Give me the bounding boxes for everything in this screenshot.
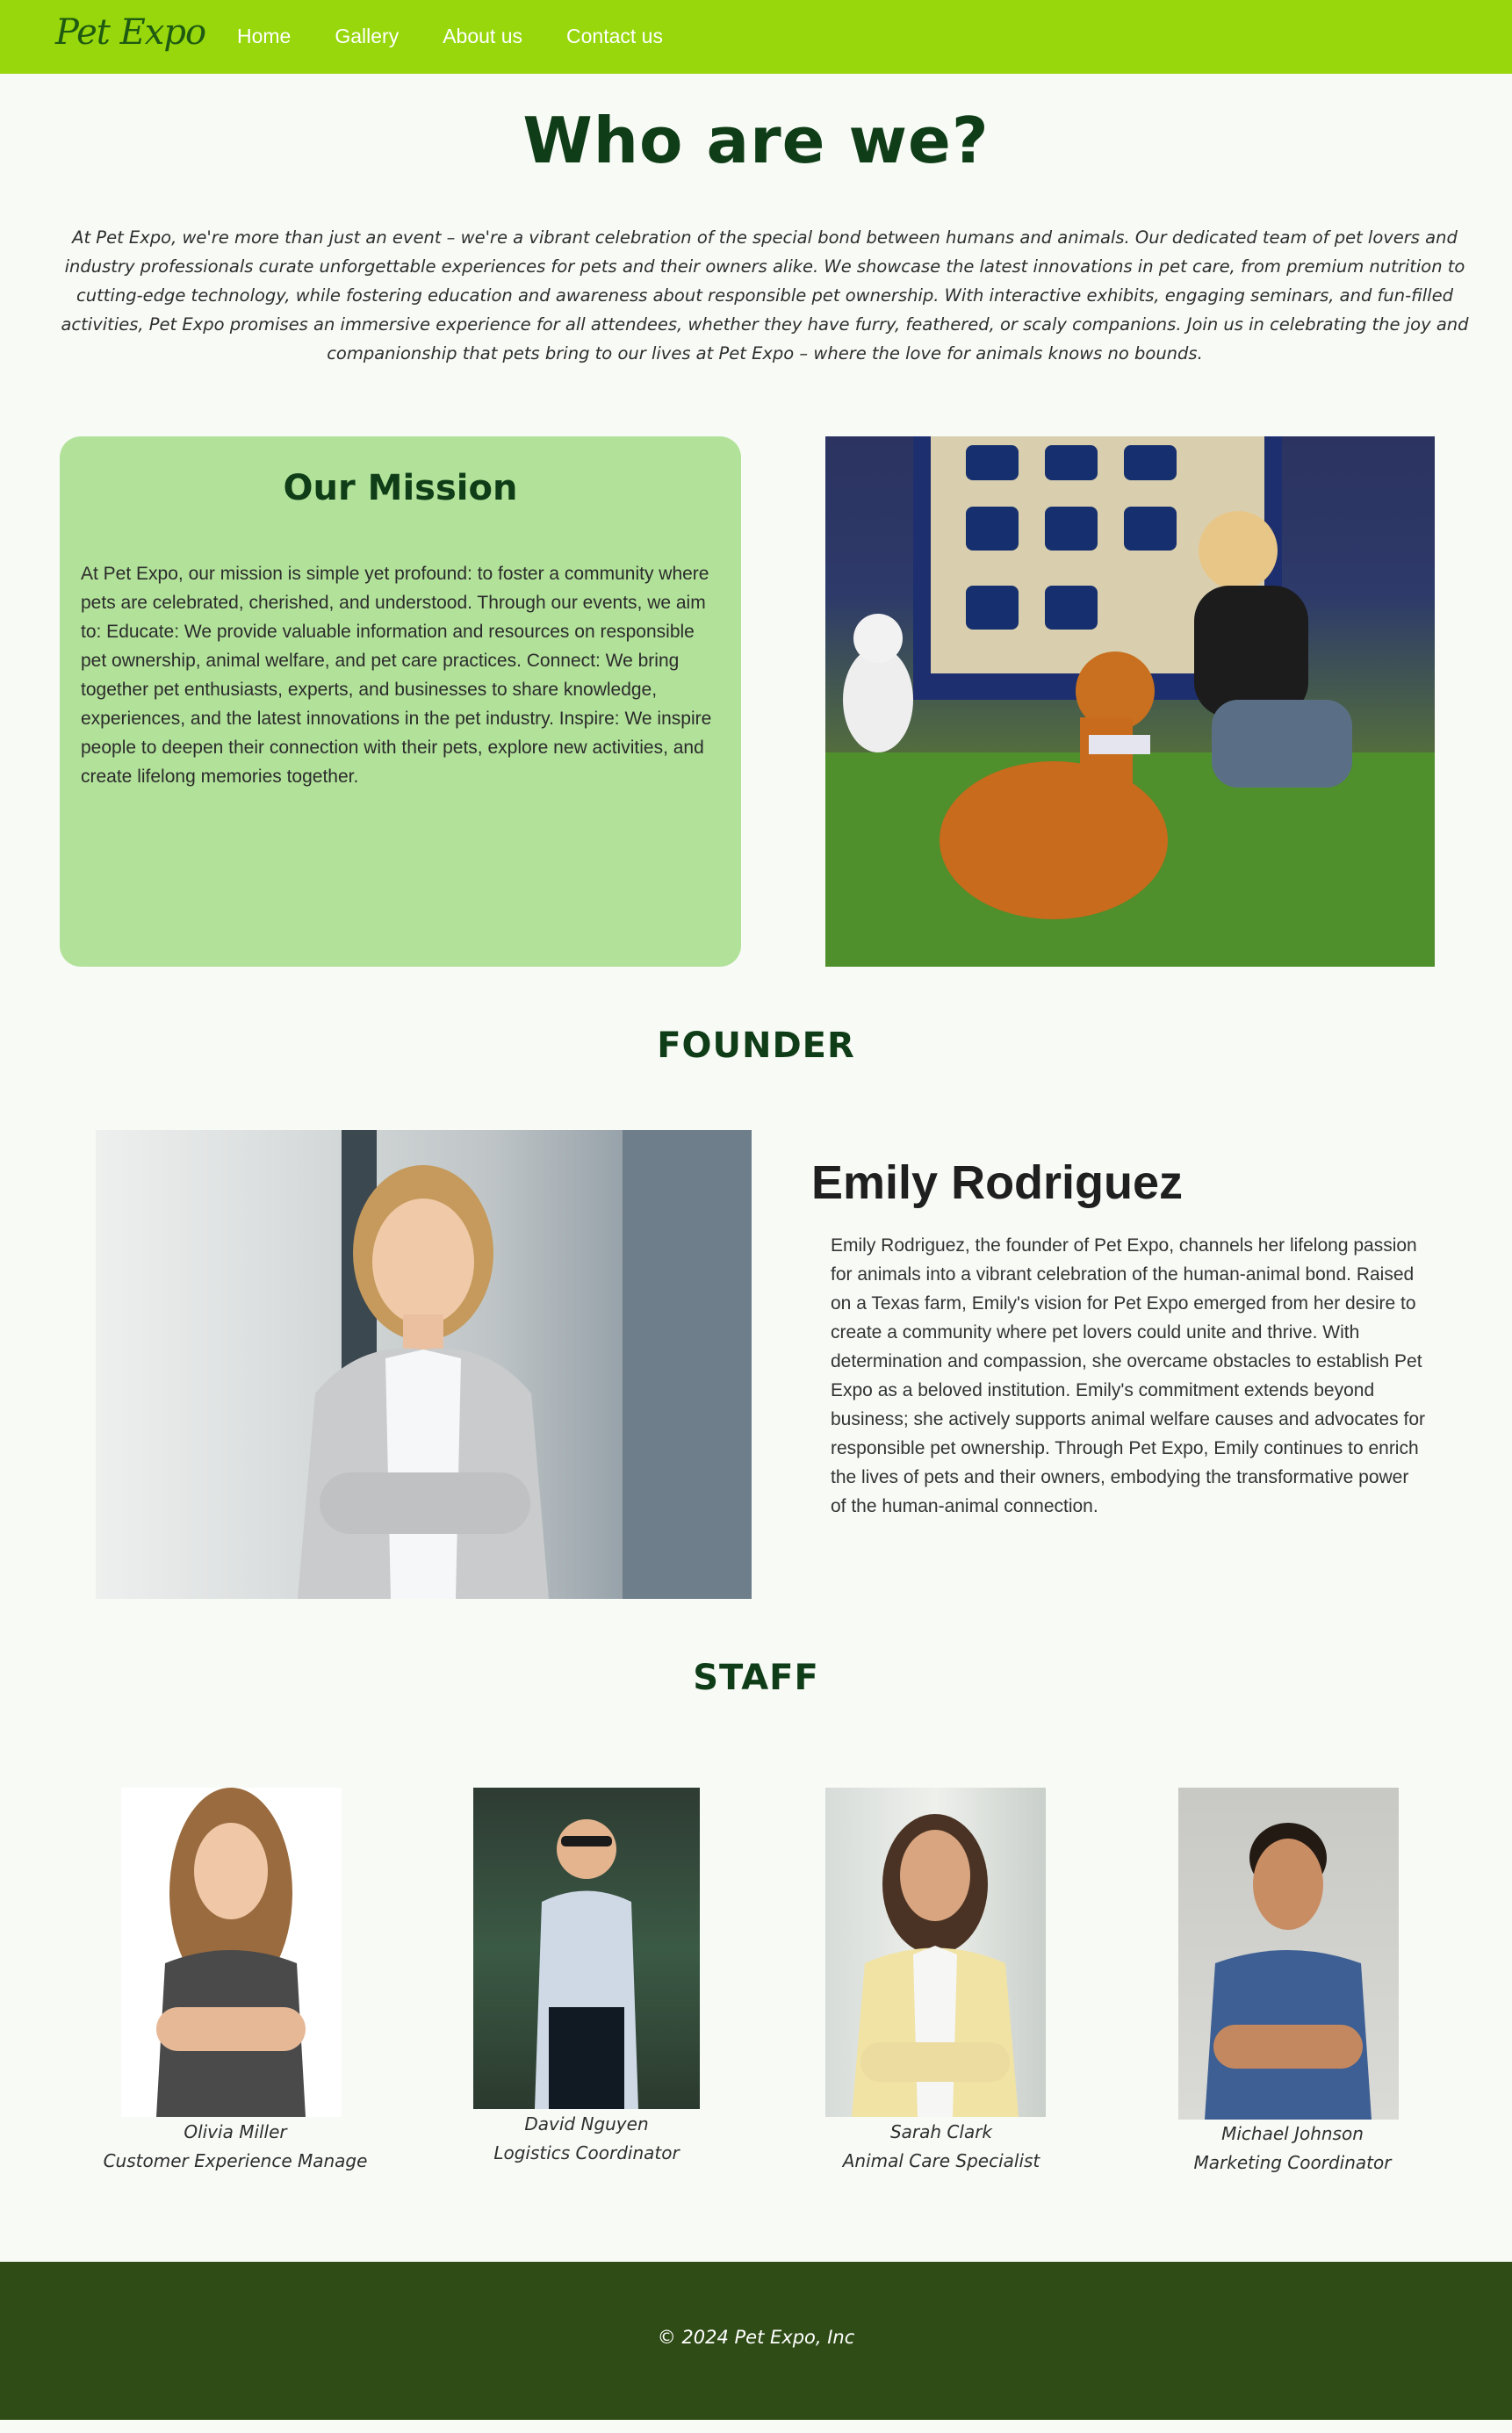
staff-role: Animal Care Specialist [842, 2150, 1040, 2171]
footer-copyright: © 2024 Pet Expo, Inc [657, 2327, 855, 2348]
site-logo[interactable]: Pet Expo [55, 12, 206, 53]
founder-photo [96, 1130, 752, 1599]
staff-caption-sarah: Sarah Clark Animal Care Specialist [783, 2118, 1099, 2176]
nav-link-contact[interactable]: Contact us [566, 25, 663, 48]
staff-photo-michael [1178, 1788, 1399, 2120]
staff-name: Michael Johnson [1221, 2123, 1364, 2144]
staff-caption-michael: Michael Johnson Marketing Coordinator [1134, 2120, 1451, 2177]
staff-caption-olivia: Olivia Miller Customer Experience Manage [77, 2118, 393, 2176]
nav-link-home[interactable]: Home [237, 25, 291, 48]
page-title: Who are we? [522, 104, 990, 177]
staff-role: Logistics Coordinator [493, 2142, 680, 2163]
staff-name: Olivia Miller [184, 2121, 287, 2142]
staff-name: David Nguyen [524, 2113, 649, 2134]
footer: © 2024 Pet Expo, Inc [0, 2262, 1512, 2420]
founder-section-title: FOUNDER [657, 1026, 855, 1066]
nav-link-gallery[interactable]: Gallery [335, 25, 399, 48]
staff-caption-david: David Nguyen Logistics Coordinator [428, 2110, 745, 2168]
staff-photo-sarah [825, 1788, 1046, 2117]
mission-title: Our Mission [283, 468, 518, 508]
staff-role: Marketing Coordinator [1193, 2152, 1392, 2173]
navbar: Pet Expo Home Gallery About us Contact u… [0, 0, 1512, 74]
staff-role: Customer Experience Manage [103, 2150, 368, 2171]
nav-link-about[interactable]: About us [443, 25, 522, 48]
founder-bio: Emily Rodriguez, the founder of Pet Expo… [831, 1235, 1426, 1516]
intro-paragraph: At Pet Expo, we're more than just an eve… [61, 227, 1469, 364]
staff-name: Sarah Clark [889, 2121, 993, 2142]
founder-name: Emily Rodriguez [811, 1156, 1184, 1209]
mission-text: At Pet Expo, our mission is simple yet p… [81, 564, 712, 787]
nav-links: Home Gallery About us Contact us [237, 25, 707, 48]
mission-card: Our Mission At Pet Expo, our mission is … [60, 436, 741, 967]
staff-section-title: STAFF [693, 1658, 819, 1698]
staff-photo-olivia [121, 1788, 342, 2117]
staff-photo-david [473, 1788, 700, 2109]
expo-dog-photo [825, 436, 1435, 967]
